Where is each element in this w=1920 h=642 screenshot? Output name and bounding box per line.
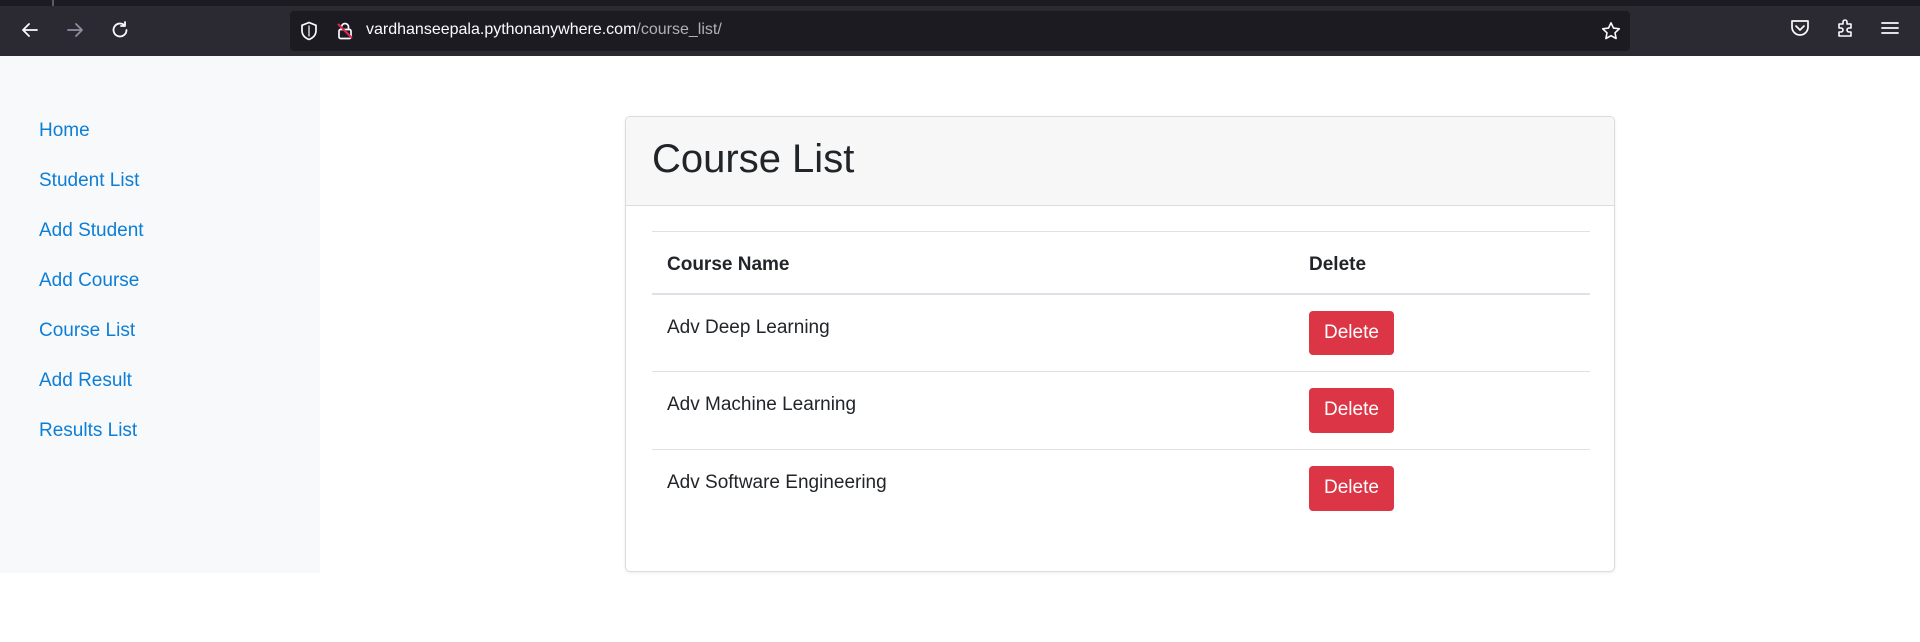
column-header-course-name: Course Name — [667, 254, 790, 275]
browser-toolbar: vardhanseepala.pythonanywhere.com/course… — [0, 0, 1920, 56]
table-row: Adv Deep Learning Delete — [652, 294, 1590, 372]
delete-button[interactable]: Delete — [1309, 388, 1394, 433]
course-name-cell: Adv Machine Learning — [667, 394, 857, 415]
sidebar-item-add-student[interactable]: Add Student — [39, 220, 144, 242]
tab-separator — [52, 0, 54, 6]
reload-icon — [112, 21, 128, 38]
action-cell: Delete — [1294, 372, 1590, 450]
back-arrow-icon — [22, 23, 38, 37]
action-cell: Delete — [1294, 450, 1590, 528]
sidebar-item-add-result[interactable]: Add Result — [39, 370, 132, 392]
sidebar-item-home[interactable]: Home — [39, 120, 90, 142]
pocket-icon[interactable] — [1788, 16, 1812, 40]
sidebar-item-course-list[interactable]: Course List — [39, 320, 135, 342]
menu-icon[interactable] — [1878, 16, 1902, 40]
course-name-cell: Adv Software Engineering — [667, 472, 887, 493]
column-header-delete: Delete — [1309, 254, 1367, 275]
tab-strip — [0, 0, 1920, 6]
reload-button[interactable] — [104, 14, 136, 46]
url-host: vardhanseepala.pythonanywhere.com — [366, 21, 637, 38]
address-bar[interactable]: vardhanseepala.pythonanywhere.com/course… — [290, 11, 1630, 51]
sidebar-item-results-list[interactable]: Results List — [39, 420, 137, 442]
delete-button[interactable]: Delete — [1309, 466, 1394, 511]
back-button[interactable] — [14, 14, 46, 46]
sidebar-item-student-list[interactable]: Student List — [39, 170, 139, 192]
table-head: Course Name Delete — [652, 231, 1590, 294]
sidebar-item-add-course[interactable]: Add Course — [39, 270, 139, 292]
table-row: Adv Software Engineering Delete — [652, 450, 1590, 528]
extensions-icon[interactable] — [1834, 16, 1858, 40]
card-header: Course List — [626, 117, 1614, 206]
shield-icon[interactable] — [298, 20, 320, 42]
table-row: Adv Machine Learning Delete — [652, 372, 1590, 450]
url-text[interactable]: vardhanseepala.pythonanywhere.com/course… — [366, 21, 722, 39]
lock-icon[interactable] — [334, 20, 356, 42]
table-header-row: Course Name Delete — [652, 231, 1590, 294]
course-list-card: Course List Course Name Delete Adv Deep … — [625, 116, 1615, 572]
course-table-wrapper: Course Name Delete Adv Deep Learning Del… — [652, 231, 1590, 528]
delete-button[interactable]: Delete — [1309, 310, 1394, 356]
page-title: Course List — [652, 137, 855, 181]
course-name-cell: Adv Deep Learning — [667, 316, 830, 338]
table-body: Adv Deep Learning Delete Adv Machine Lea… — [652, 294, 1590, 528]
star-icon[interactable] — [1600, 20, 1622, 42]
sidebar: Home Student List Add Student Add Course… — [0, 56, 320, 573]
url-path: /course_list/ — [636, 21, 722, 38]
action-cell: Delete — [1294, 294, 1590, 372]
course-table: Course Name Delete Adv Deep Learning Del… — [652, 231, 1590, 528]
forward-button[interactable] — [59, 14, 91, 46]
forward-arrow-icon — [67, 23, 83, 37]
